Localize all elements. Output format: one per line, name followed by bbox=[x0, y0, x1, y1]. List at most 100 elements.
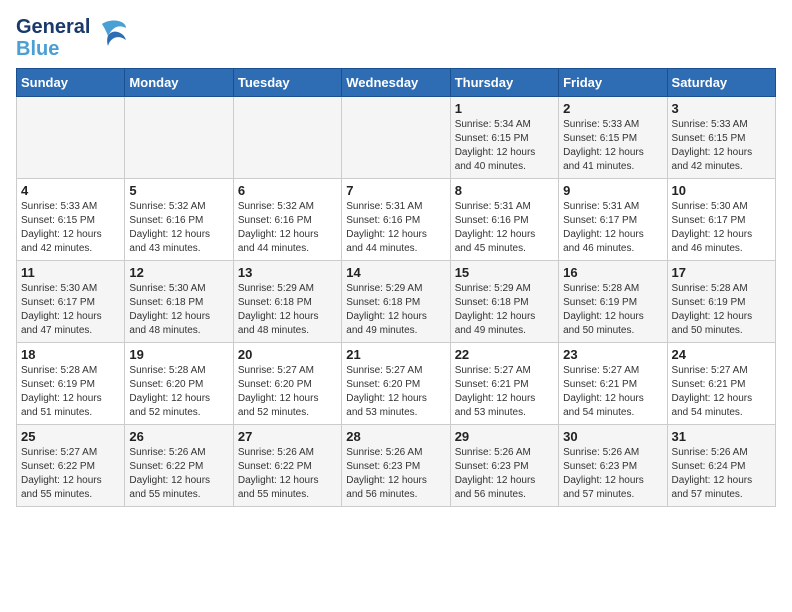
calendar-cell: 30 Sunrise: 5:26 AM Sunset: 6:23 PM Dayli… bbox=[559, 425, 667, 507]
day-number: 9 bbox=[563, 183, 662, 198]
day-info: Sunrise: 5:27 AM Sunset: 6:21 PM Dayligh… bbox=[455, 364, 554, 420]
day-number: 15 bbox=[455, 265, 554, 280]
day-number: 19 bbox=[129, 347, 228, 362]
calendar-cell: 15 Sunrise: 5:29 AM Sunset: 6:18 PM Dayli… bbox=[450, 261, 558, 343]
col-header-thursday: Thursday bbox=[450, 69, 558, 97]
calendar-cell: 8 Sunrise: 5:31 AM Sunset: 6:16 PM Daylig… bbox=[450, 179, 558, 261]
calendar-cell: 26 Sunrise: 5:26 AM Sunset: 6:22 PM Dayli… bbox=[125, 425, 233, 507]
calendar-cell: 18 Sunrise: 5:28 AM Sunset: 6:19 PM Dayli… bbox=[17, 343, 125, 425]
day-number: 6 bbox=[238, 183, 337, 198]
day-info: Sunrise: 5:31 AM Sunset: 6:16 PM Dayligh… bbox=[455, 200, 554, 256]
calendar-cell: 16 Sunrise: 5:28 AM Sunset: 6:19 PM Dayli… bbox=[559, 261, 667, 343]
day-info: Sunrise: 5:28 AM Sunset: 6:19 PM Dayligh… bbox=[672, 282, 771, 338]
day-info: Sunrise: 5:29 AM Sunset: 6:18 PM Dayligh… bbox=[455, 282, 554, 338]
calendar-cell: 19 Sunrise: 5:28 AM Sunset: 6:20 PM Dayli… bbox=[125, 343, 233, 425]
day-info: Sunrise: 5:27 AM Sunset: 6:21 PM Dayligh… bbox=[563, 364, 662, 420]
day-number: 25 bbox=[21, 429, 120, 444]
day-info: Sunrise: 5:34 AM Sunset: 6:15 PM Dayligh… bbox=[455, 118, 554, 174]
day-number: 24 bbox=[672, 347, 771, 362]
day-info: Sunrise: 5:28 AM Sunset: 6:19 PM Dayligh… bbox=[21, 364, 120, 420]
calendar-cell: 4Sunrise: 5:33 AM Sunset: 6:15 PM Daylig… bbox=[17, 179, 125, 261]
col-header-wednesday: Wednesday bbox=[342, 69, 450, 97]
day-number: 16 bbox=[563, 265, 662, 280]
calendar-cell: 22 Sunrise: 5:27 AM Sunset: 6:21 PM Dayli… bbox=[450, 343, 558, 425]
day-number: 2 bbox=[563, 101, 662, 116]
day-number: 21 bbox=[346, 347, 445, 362]
day-number: 31 bbox=[672, 429, 771, 444]
day-info: Sunrise: 5:31 AM Sunset: 6:16 PM Dayligh… bbox=[346, 200, 445, 256]
day-info: Sunrise: 5:26 AM Sunset: 6:23 PM Dayligh… bbox=[563, 446, 662, 502]
day-number: 28 bbox=[346, 429, 445, 444]
day-info: Sunrise: 5:32 AM Sunset: 6:16 PM Dayligh… bbox=[129, 200, 228, 256]
calendar-cell bbox=[342, 97, 450, 179]
calendar-cell: 1 Sunrise: 5:34 AM Sunset: 6:15 PM Daylig… bbox=[450, 97, 558, 179]
day-info: Sunrise: 5:30 AM Sunset: 6:17 PM Dayligh… bbox=[672, 200, 771, 256]
col-header-friday: Friday bbox=[559, 69, 667, 97]
day-info: Sunrise: 5:27 AM Sunset: 6:22 PM Dayligh… bbox=[21, 446, 120, 502]
day-number: 23 bbox=[563, 347, 662, 362]
day-info: Sunrise: 5:27 AM Sunset: 6:21 PM Dayligh… bbox=[672, 364, 771, 420]
logo-text-row: General Blue bbox=[16, 16, 128, 60]
calendar-cell: 21 Sunrise: 5:27 AM Sunset: 6:20 PM Dayli… bbox=[342, 343, 450, 425]
day-info: Sunrise: 5:33 AM Sunset: 6:15 PM Dayligh… bbox=[672, 118, 771, 174]
calendar-cell: 3 Sunrise: 5:33 AM Sunset: 6:15 PM Daylig… bbox=[667, 97, 775, 179]
calendar-cell: 10 Sunrise: 5:30 AM Sunset: 6:17 PM Dayli… bbox=[667, 179, 775, 261]
day-number: 30 bbox=[563, 429, 662, 444]
calendar-cell: 17Sunrise: 5:28 AM Sunset: 6:19 PM Dayli… bbox=[667, 261, 775, 343]
day-number: 8 bbox=[455, 183, 554, 198]
col-header-saturday: Saturday bbox=[667, 69, 775, 97]
day-info: Sunrise: 5:30 AM Sunset: 6:17 PM Dayligh… bbox=[21, 282, 120, 338]
day-number: 11 bbox=[21, 265, 120, 280]
day-number: 4 bbox=[21, 183, 120, 198]
logo-bird-icon bbox=[92, 16, 128, 60]
calendar-cell: 2 Sunrise: 5:33 AM Sunset: 6:15 PM Daylig… bbox=[559, 97, 667, 179]
calendar-table: SundayMondayTuesdayWednesdayThursdayFrid… bbox=[16, 68, 776, 507]
calendar-cell: 23 Sunrise: 5:27 AM Sunset: 6:21 PM Dayli… bbox=[559, 343, 667, 425]
header: General Blue bbox=[16, 16, 776, 60]
day-number: 29 bbox=[455, 429, 554, 444]
day-number: 3 bbox=[672, 101, 771, 116]
calendar-cell: 31 Sunrise: 5:26 AM Sunset: 6:24 PM Dayli… bbox=[667, 425, 775, 507]
calendar-cell: 6 Sunrise: 5:32 AM Sunset: 6:16 PM Daylig… bbox=[233, 179, 341, 261]
calendar-cell: 20Sunrise: 5:27 AM Sunset: 6:20 PM Dayli… bbox=[233, 343, 341, 425]
day-info: Sunrise: 5:32 AM Sunset: 6:16 PM Dayligh… bbox=[238, 200, 337, 256]
day-number: 20 bbox=[238, 347, 337, 362]
calendar-cell: 13Sunrise: 5:29 AM Sunset: 6:18 PM Dayli… bbox=[233, 261, 341, 343]
day-number: 7 bbox=[346, 183, 445, 198]
day-number: 1 bbox=[455, 101, 554, 116]
day-number: 12 bbox=[129, 265, 228, 280]
day-number: 27 bbox=[238, 429, 337, 444]
day-info: Sunrise: 5:26 AM Sunset: 6:23 PM Dayligh… bbox=[455, 446, 554, 502]
day-info: Sunrise: 5:28 AM Sunset: 6:19 PM Dayligh… bbox=[563, 282, 662, 338]
logo-general-text: General bbox=[16, 16, 90, 38]
col-header-sunday: Sunday bbox=[17, 69, 125, 97]
day-info: Sunrise: 5:33 AM Sunset: 6:15 PM Dayligh… bbox=[563, 118, 662, 174]
day-info: Sunrise: 5:29 AM Sunset: 6:18 PM Dayligh… bbox=[346, 282, 445, 338]
calendar-cell: 5 Sunrise: 5:32 AM Sunset: 6:16 PM Daylig… bbox=[125, 179, 233, 261]
calendar-cell: 27Sunrise: 5:26 AM Sunset: 6:22 PM Dayli… bbox=[233, 425, 341, 507]
calendar-cell: 24 Sunrise: 5:27 AM Sunset: 6:21 PM Dayli… bbox=[667, 343, 775, 425]
calendar-cell: 25 Sunrise: 5:27 AM Sunset: 6:22 PM Dayli… bbox=[17, 425, 125, 507]
calendar-cell: 28Sunrise: 5:26 AM Sunset: 6:23 PM Dayli… bbox=[342, 425, 450, 507]
day-number: 10 bbox=[672, 183, 771, 198]
day-info: Sunrise: 5:27 AM Sunset: 6:20 PM Dayligh… bbox=[346, 364, 445, 420]
day-info: Sunrise: 5:31 AM Sunset: 6:17 PM Dayligh… bbox=[563, 200, 662, 256]
day-number: 26 bbox=[129, 429, 228, 444]
day-number: 13 bbox=[238, 265, 337, 280]
day-info: Sunrise: 5:26 AM Sunset: 6:22 PM Dayligh… bbox=[129, 446, 228, 502]
day-number: 18 bbox=[21, 347, 120, 362]
calendar-cell: 14Sunrise: 5:29 AM Sunset: 6:18 PM Dayli… bbox=[342, 261, 450, 343]
calendar-cell: 12 Sunrise: 5:30 AM Sunset: 6:18 PM Dayli… bbox=[125, 261, 233, 343]
col-header-tuesday: Tuesday bbox=[233, 69, 341, 97]
day-info: Sunrise: 5:28 AM Sunset: 6:20 PM Dayligh… bbox=[129, 364, 228, 420]
day-number: 5 bbox=[129, 183, 228, 198]
col-header-monday: Monday bbox=[125, 69, 233, 97]
day-number: 22 bbox=[455, 347, 554, 362]
calendar-cell: 7 Sunrise: 5:31 AM Sunset: 6:16 PM Daylig… bbox=[342, 179, 450, 261]
calendar-cell: 11 Sunrise: 5:30 AM Sunset: 6:17 PM Dayli… bbox=[17, 261, 125, 343]
calendar-cell bbox=[17, 97, 125, 179]
day-info: Sunrise: 5:30 AM Sunset: 6:18 PM Dayligh… bbox=[129, 282, 228, 338]
logo: General Blue bbox=[16, 16, 128, 60]
day-info: Sunrise: 5:26 AM Sunset: 6:24 PM Dayligh… bbox=[672, 446, 771, 502]
calendar-cell bbox=[125, 97, 233, 179]
